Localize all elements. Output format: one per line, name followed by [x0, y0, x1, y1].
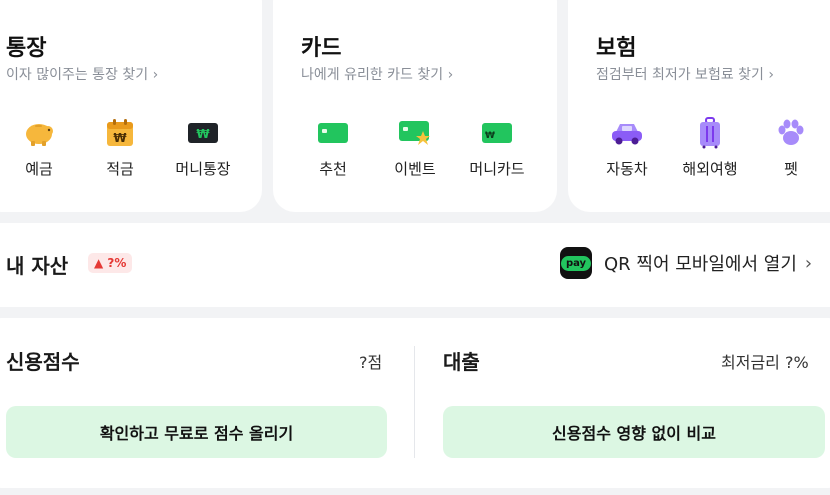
event-label: 이벤트 — [394, 160, 436, 178]
travel-insurance-item[interactable]: 해외여행 — [677, 117, 743, 179]
chevron-right-icon: › — [804, 252, 813, 274]
bankbook-card[interactable]: 통장 이자 많이주는 통장 찾기 › 예금 ₩ 적금 ₩ 머니통장 — [0, 0, 262, 212]
paw-icon — [758, 118, 824, 148]
insurance-subtitle-link[interactable]: 점검부터 최저가 보험료 찾기 › — [596, 64, 774, 84]
savings-label: 적금 — [106, 160, 134, 178]
my-assets-title: 내 자산 — [6, 254, 69, 278]
loan-rate-value: 최저금리 ?% — [721, 353, 809, 372]
credit-score-title: 신용점수 — [6, 350, 80, 374]
car-insurance-label: 자동차 — [606, 160, 648, 178]
svg-text:₩: ₩ — [113, 131, 127, 145]
recommend-label: 추천 — [319, 160, 347, 178]
section-divider — [414, 346, 415, 458]
deposit-label: 예금 — [25, 160, 53, 178]
money-account-label: 머니통장 — [175, 160, 231, 178]
car-insurance-item[interactable]: 자동차 — [594, 118, 660, 179]
asset-change-badge: ▲ ?% — [88, 253, 133, 273]
piggy-bank-icon — [6, 118, 72, 148]
card-title: 카드 — [301, 36, 342, 61]
card-icon — [300, 118, 366, 148]
suitcase-icon — [677, 117, 743, 149]
money-card-icon: ₩ — [170, 118, 236, 148]
open-on-mobile-link[interactable]: pay QR 찍어 모바일에서 열기 › — [560, 247, 812, 279]
check-credit-score-button[interactable]: 확인하고 무료로 점수 올리기 — [6, 406, 387, 458]
card-subtitle-link[interactable]: 나에게 유리한 카드 찾기 › — [301, 64, 453, 84]
bankbook-subtitle-link[interactable]: 이자 많이주는 통장 찾기 › — [6, 64, 158, 84]
pay-icon: pay — [560, 247, 592, 279]
credit-score-value: ?점 — [359, 353, 383, 372]
money-card-green-icon: ₩ — [464, 118, 530, 148]
card-star-icon — [382, 118, 448, 148]
card-card[interactable]: 카드 나에게 유리한 카드 찾기 › 추천 이벤트 ₩ 머니카드 — [273, 0, 557, 212]
qr-open-text: QR 찍어 모바일에서 열기 — [604, 254, 797, 275]
travel-insurance-label: 해외여행 — [682, 160, 738, 178]
svg-text:₩: ₩ — [196, 127, 210, 141]
savings-item[interactable]: ₩ 적금 — [87, 118, 153, 179]
insurance-card[interactable]: 보험 점검부터 최저가 보험료 찾기 › 자동차 해외여행 펫 — [568, 0, 830, 212]
my-assets-bar: 내 자산 ▲ ?% pay QR 찍어 모바일에서 열기 › — [0, 223, 830, 307]
car-icon — [594, 118, 660, 148]
money-account-item[interactable]: ₩ 머니통장 — [170, 118, 236, 179]
recommend-item[interactable]: 추천 — [300, 118, 366, 179]
pay-icon-label: pay — [560, 255, 592, 271]
compare-loan-button[interactable]: 신용점수 영향 없이 비교 — [443, 406, 825, 458]
svg-text:₩: ₩ — [485, 131, 495, 141]
deposit-item[interactable]: 예금 — [6, 118, 72, 179]
calendar-won-icon: ₩ — [87, 118, 153, 148]
pet-insurance-label: 펫 — [784, 160, 798, 178]
money-card-item[interactable]: ₩ 머니카드 — [464, 118, 530, 179]
credit-loan-section: 신용점수 ?점 확인하고 무료로 점수 올리기 대출 최저금리 ?% 신용점수 … — [0, 318, 830, 488]
insurance-title: 보험 — [596, 36, 637, 61]
pet-insurance-item[interactable]: 펫 — [758, 118, 824, 179]
bankbook-title: 통장 — [6, 36, 47, 61]
money-card-label: 머니카드 — [469, 160, 525, 178]
event-item[interactable]: 이벤트 — [382, 118, 448, 179]
loan-title: 대출 — [443, 350, 480, 374]
